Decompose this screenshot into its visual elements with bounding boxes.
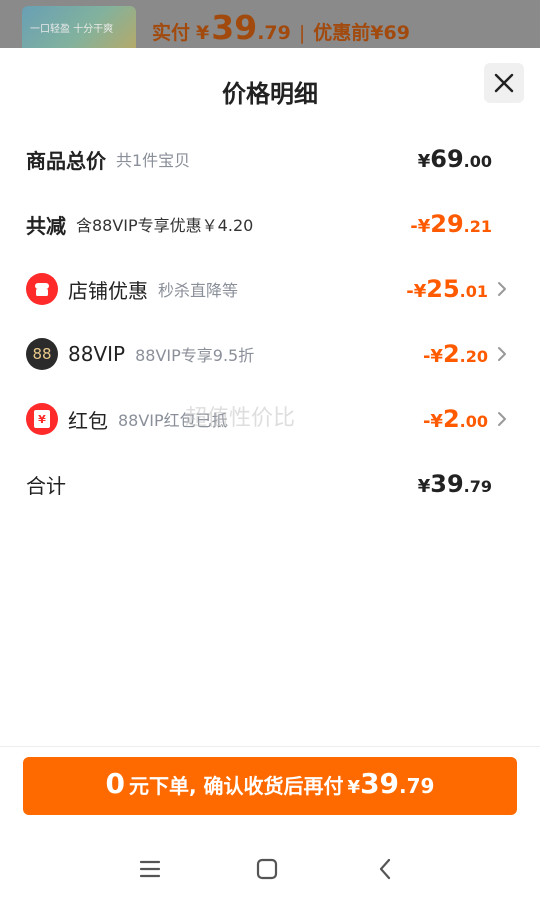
watermark-text: 超值性价比 xyxy=(185,406,296,431)
back-icon xyxy=(379,858,391,880)
red-packet-icon-glyph: ¥ xyxy=(34,410,50,428)
goods-total-currency: ¥ xyxy=(417,151,431,172)
goods-count: 共1件宝贝 xyxy=(116,151,191,170)
goods-total-decimal: .00 xyxy=(463,152,492,171)
red-packet-icon: ¥ xyxy=(26,403,58,435)
grand-total-integer: 39 xyxy=(430,470,464,498)
reduction-note: 含88VIP专享优惠￥4.20 xyxy=(76,216,254,235)
88vip-icon-text: 88 xyxy=(32,345,52,363)
cta-zero: 0 xyxy=(105,767,125,800)
reduction-currency: -¥ xyxy=(410,216,431,237)
product-summary-bar: 一口轻盈 十分干爽 实付 ¥ 39 .79 | 优惠前¥69 xyxy=(0,0,540,66)
cta-text: 元下单, 确认收货后再付 xyxy=(128,774,344,798)
shop-discount-amount: -¥ 25 .01 xyxy=(406,275,488,303)
red-packet-decimal: .00 xyxy=(459,412,488,431)
88vip-amount: -¥ 2 .20 xyxy=(423,340,488,368)
cta-currency: ¥ xyxy=(347,777,361,798)
paid-price: 实付 ¥ 39 .79 | 优惠前¥69 xyxy=(152,8,410,47)
footer-divider xyxy=(0,746,540,747)
shop-discount-currency: -¥ xyxy=(406,281,427,302)
recent-apps-button[interactable] xyxy=(135,854,165,884)
chevron-right-icon xyxy=(498,412,506,426)
chevron-right-icon xyxy=(498,282,506,296)
reduction-decimal: .21 xyxy=(463,217,492,236)
row-goods-total: 商品总价 共1件宝贝 ¥ 69 .00 xyxy=(26,139,516,179)
row-total-reduction: 共减 含88VIP专享优惠￥4.20 -¥ 29 .21 xyxy=(26,204,516,244)
home-icon xyxy=(256,858,278,880)
thumbnail-caption: 一口轻盈 十分干爽 xyxy=(30,24,114,35)
cta-price-integer: 39 xyxy=(360,767,400,800)
goods-total-amount: ¥ 69 .00 xyxy=(418,145,492,173)
sheet-title: 价格明细 xyxy=(222,80,318,108)
system-navigation-bar xyxy=(0,838,540,900)
88vip-decimal: .20 xyxy=(459,347,488,366)
shop-discount-decimal: .01 xyxy=(459,282,488,301)
row-88vip-discount[interactable]: 88 88VIP 88VIP专享9.5折 -¥ 2 .20 xyxy=(26,334,516,374)
paid-currency: ¥ xyxy=(196,22,210,44)
red-packet-label: 红包 xyxy=(68,408,108,433)
home-button[interactable] xyxy=(252,854,282,884)
chevron-right-icon xyxy=(498,347,506,361)
price-separator: | xyxy=(298,22,306,44)
shop-icon xyxy=(26,273,58,305)
red-packet-currency: -¥ xyxy=(422,411,443,432)
red-packet-amount: -¥ 2 .00 xyxy=(423,405,488,433)
grand-total-label: 合计 xyxy=(26,473,66,498)
shop-discount-label: 店铺优惠 xyxy=(68,278,148,303)
88vip-label: 88VIP xyxy=(68,342,126,366)
88vip-icon: 88 xyxy=(26,338,58,370)
88vip-currency: -¥ xyxy=(422,346,443,367)
close-button[interactable] xyxy=(484,63,524,103)
cta-price-decimal: .79 xyxy=(399,774,435,798)
grand-total-amount: ¥ 39 .79 xyxy=(418,470,492,498)
red-packet-integer: 2 xyxy=(442,405,460,433)
reduction-amount: -¥ 29 .21 xyxy=(410,210,492,238)
back-button[interactable] xyxy=(370,854,400,884)
grand-total-decimal: .79 xyxy=(463,477,492,496)
pay-later-order-button[interactable]: 0 元下单, 确认收货后再付 ¥ 39 .79 xyxy=(23,757,517,815)
goods-total-integer: 69 xyxy=(430,145,464,173)
paid-label: 实付 xyxy=(152,22,191,44)
paid-price-integer: 39 xyxy=(211,8,258,47)
shop-discount-note: 秒杀直降等 xyxy=(158,281,239,300)
close-icon xyxy=(494,73,514,93)
88vip-integer: 2 xyxy=(442,340,460,368)
88vip-note: 88VIP专享9.5折 xyxy=(135,346,255,365)
paid-price-decimal: .79 xyxy=(257,22,291,44)
goods-total-label: 商品总价 xyxy=(26,148,106,173)
menu-icon xyxy=(139,860,161,878)
row-grand-total: 合计 ¥ 39 .79 xyxy=(26,464,516,504)
reduction-integer: 29 xyxy=(430,210,464,238)
shop-discount-integer: 25 xyxy=(426,275,460,303)
grand-total-currency: ¥ xyxy=(417,476,431,497)
reduction-label: 共减 xyxy=(26,213,66,238)
row-shop-discount[interactable]: 店铺优惠 秒杀直降等 -¥ 25 .01 xyxy=(26,269,516,309)
original-price: 优惠前¥69 xyxy=(313,22,410,44)
